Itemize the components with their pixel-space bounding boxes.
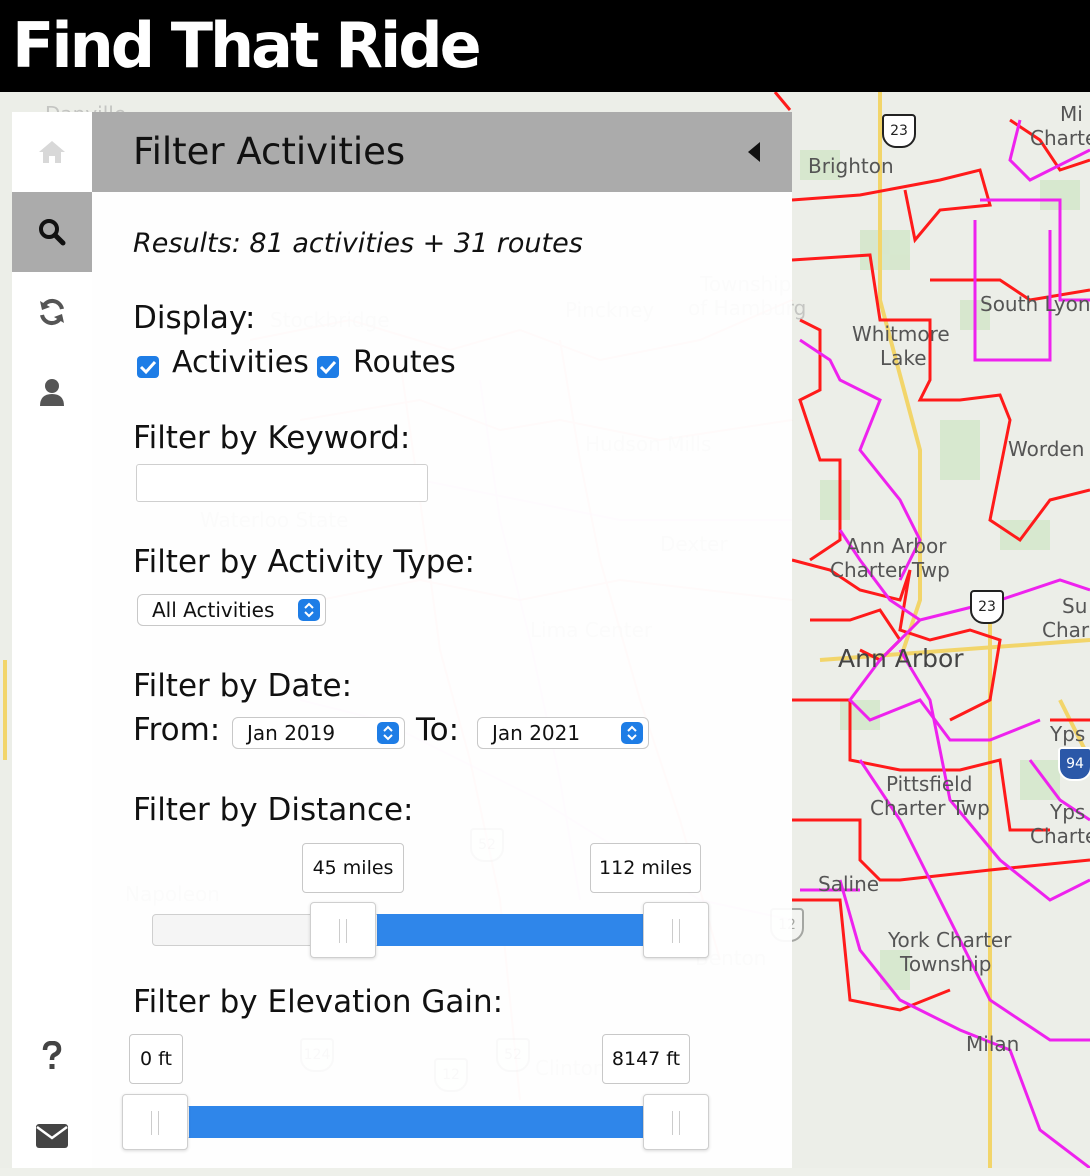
nav-refresh-button[interactable] [12, 272, 92, 352]
results-summary: Results: 81 activities + 31 routes [133, 228, 583, 259]
keyword-input[interactable] [136, 464, 428, 502]
date-label: Filter by Date: [133, 668, 353, 704]
elevation-min-tooltip: 0 ft [129, 1034, 183, 1084]
map-place-label: Yps [1050, 722, 1086, 746]
distance-max-tooltip: 112 miles [590, 843, 701, 893]
distance-min-tooltip: 45 miles [302, 843, 404, 893]
user-icon [40, 379, 64, 406]
panel-header: Filter Activities [92, 112, 792, 192]
envelope-icon [36, 1124, 68, 1148]
activities-checkbox[interactable] [137, 356, 159, 378]
map-place-label: Lake [880, 346, 927, 370]
map-place-label: Ann Arbor [838, 644, 964, 673]
collapse-panel-icon[interactable] [742, 138, 766, 166]
elevation-min-handle[interactable] [122, 1094, 188, 1150]
map-place-label: Pittsfield [886, 772, 973, 796]
nav-contact-button[interactable] [12, 1096, 92, 1176]
checkmark-icon [139, 360, 157, 375]
highway-shield-icon: 23 [882, 114, 916, 148]
filter-panel: Filter Activities Results: 81 activities… [92, 112, 792, 1168]
nav-account-button[interactable] [12, 352, 92, 432]
map-place-label: Ann Arbor [846, 534, 947, 558]
date-to-label: To: [416, 712, 460, 748]
nav-home-button[interactable] [12, 112, 92, 192]
routes-checkbox-label[interactable]: Routes [353, 345, 456, 380]
date-from-select[interactable]: Jan 2019 [232, 717, 405, 749]
activity-type-select[interactable]: All Activities [137, 594, 326, 626]
select-arrows-icon [377, 722, 399, 744]
sidebar-nav [12, 112, 92, 1168]
distance-max-handle[interactable] [643, 902, 709, 958]
map-place-label: Su [1062, 594, 1088, 618]
map-place-label: Whitmore [852, 322, 950, 346]
highway-shield-icon: 23 [970, 590, 1004, 624]
map-place-label: Charter Twp [870, 796, 990, 820]
date-to-select[interactable]: Jan 2021 [477, 717, 649, 749]
activity-type-label: Filter by Activity Type: [133, 544, 475, 580]
map-place-label: Worden [1008, 437, 1085, 461]
date-from-label: From: [133, 712, 221, 748]
elevation-slider-range [189, 1106, 644, 1138]
select-arrows-icon [621, 722, 643, 744]
map-place-label: Milan [966, 1032, 1020, 1056]
panel-title: Filter Activities [133, 130, 406, 173]
distance-slider-range [376, 914, 644, 946]
checkmark-icon [319, 360, 337, 375]
display-label: Display: [133, 300, 256, 336]
elevation-label: Filter by Elevation Gain: [133, 984, 504, 1020]
question-icon [42, 1041, 62, 1069]
highway-shield-icon: 94 [1058, 747, 1090, 781]
refresh-icon [40, 298, 64, 326]
date-to-value: Jan 2021 [492, 721, 581, 745]
nav-help-button[interactable] [12, 1016, 92, 1096]
map-place-label: Charte [1030, 126, 1090, 150]
map-place-label: Char [1042, 618, 1090, 642]
activities-checkbox-label[interactable]: Activities [172, 345, 309, 380]
app-header: Find That Ride [0, 0, 1090, 92]
nav-search-button[interactable] [12, 192, 92, 272]
map-place-label: York Charter [888, 928, 1012, 952]
elevation-slider-track[interactable] [152, 1106, 677, 1138]
routes-checkbox[interactable] [317, 356, 339, 378]
map-place-label: Brighton [808, 154, 894, 178]
map-place-label: Charte [1030, 824, 1090, 848]
map-place-label: South Lyon [980, 292, 1090, 316]
elevation-max-handle[interactable] [643, 1094, 709, 1150]
distance-slider-track[interactable] [152, 914, 677, 946]
keyword-label: Filter by Keyword: [133, 420, 411, 456]
distance-label: Filter by Distance: [133, 792, 414, 828]
map-place-label: Yps [1050, 800, 1086, 824]
map-place-label: Charter Twp [830, 558, 950, 582]
search-icon [39, 219, 66, 246]
date-from-value: Jan 2019 [247, 721, 336, 745]
map-place-label: Saline [818, 872, 880, 896]
distance-min-handle[interactable] [309, 902, 376, 958]
elevation-max-tooltip: 8147 ft [602, 1034, 690, 1084]
map-place-label: Township [900, 952, 992, 976]
map-place-label: Mi [1060, 102, 1083, 126]
app-title[interactable]: Find That Ride [12, 6, 482, 86]
home-icon [39, 141, 65, 163]
activity-type-value: All Activities [152, 598, 275, 622]
select-arrows-icon [298, 599, 320, 621]
